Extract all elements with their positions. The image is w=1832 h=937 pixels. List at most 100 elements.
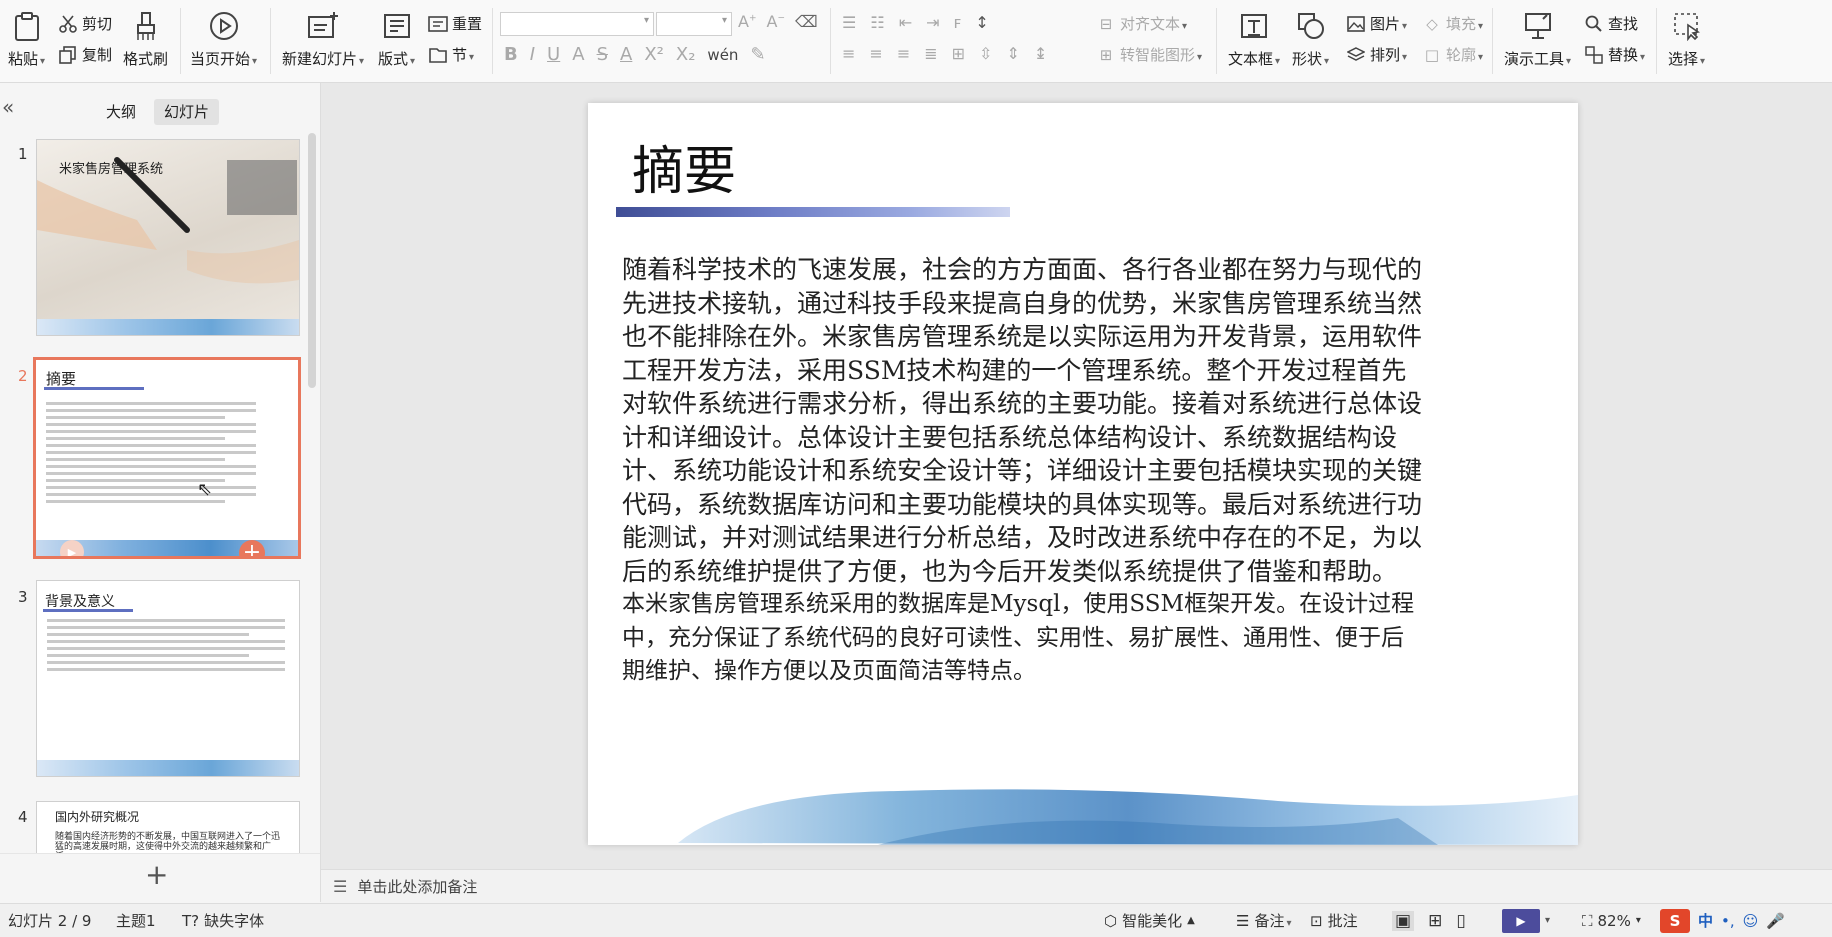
numbered-list-icon[interactable]: ☷ [870, 13, 884, 32]
presentation-tools-button[interactable]: 演示工具 [1504, 10, 1571, 69]
arrange-label: 排列 [1370, 44, 1407, 65]
line-spacing-icon[interactable]: ↕ [975, 13, 988, 32]
ribbon-separator [492, 8, 493, 74]
align-text-button[interactable]: ⊟ 对齐文本 [1096, 13, 1187, 34]
bold-icon[interactable]: B [504, 44, 518, 65]
ime-toolbar: S 中 •, ☺ 🎤 [1660, 904, 1785, 937]
increase-indent-icon[interactable]: ⇥ [926, 13, 939, 32]
outline-button[interactable]: □ 轮廓 [1422, 44, 1483, 65]
copy-label: 复制 [82, 46, 113, 64]
thumb-title: 国内外研究概况 [55, 810, 140, 824]
layout-button[interactable]: 版式 [378, 10, 415, 69]
ime-mode[interactable]: 中 [1698, 910, 1713, 931]
add-slide-icon[interactable]: + [239, 540, 265, 556]
justify-icon[interactable]: ≣ [924, 44, 937, 63]
copy-button[interactable]: 复制 [58, 44, 112, 65]
slideshow-button[interactable]: ▶ ▾ [1502, 904, 1550, 937]
slide-sorter-icon[interactable]: ⊞ [1428, 911, 1442, 931]
shrink-font-icon[interactable]: A− [767, 12, 786, 31]
arrange-button[interactable]: 排列 [1346, 44, 1407, 65]
comments-button[interactable]: ⊡ 批注 [1310, 904, 1358, 937]
thumb-title: 米家售房管理系统 [59, 162, 164, 177]
theme-name[interactable]: 主题1 [116, 904, 156, 937]
text-direction-icon[interactable]: ꜰ [954, 13, 962, 32]
smart-shape-button[interactable]: ⊞ 转智能图形 [1096, 44, 1202, 65]
reading-view-icon[interactable]: ▯ [1456, 911, 1465, 931]
subscript-icon[interactable]: X₂ [676, 44, 696, 65]
new-slide-button[interactable]: 新建幻灯片 [282, 10, 364, 69]
grow-font-icon[interactable]: A+ [738, 12, 757, 31]
fit-window-icon[interactable]: ⛶ [1582, 912, 1593, 930]
text-outline-icon[interactable]: A [572, 44, 584, 65]
slide-body-textbox[interactable]: 随着科学技术的飞速发展，社会的方方面面、各行各业都在努力与现代的先进技术接轨，通… [622, 253, 1422, 689]
tab-outline[interactable]: 大纲 [96, 99, 146, 125]
font-size-combo[interactable]: ▾ [656, 12, 732, 36]
fill-button[interactable]: ◇ 填充 [1422, 13, 1483, 34]
replace-button[interactable]: 替换 [1584, 44, 1645, 65]
text-box-icon [1238, 10, 1270, 42]
missing-font-button[interactable]: T? 缺失字体 [182, 904, 264, 937]
align-right-icon[interactable]: ≡ [897, 44, 910, 63]
find-button[interactable]: 查找 [1584, 13, 1638, 34]
select-button[interactable]: 选择 [1668, 10, 1705, 69]
line-spacing-2-icon[interactable]: ↨ [1034, 44, 1047, 63]
align-center-icon[interactable]: ≡ [869, 44, 882, 63]
decrease-indent-icon[interactable]: ⇤ [899, 13, 912, 32]
text-box-button[interactable]: 文本框 [1228, 10, 1280, 69]
italic-icon[interactable]: I [530, 44, 535, 65]
thumbnail-scrollbar[interactable] [308, 133, 316, 388]
strikethrough-icon[interactable]: S [597, 44, 608, 65]
bullet-list-icon[interactable]: ☰ [842, 13, 856, 32]
ribbon-separator [1656, 8, 1657, 74]
slide-thumbnail-panel: « 大纲 幻灯片 1 米家售房管理系统 2 摘要 ▶ + ⇖ 3 背景及意义 4… [0, 83, 321, 903]
clear-format-icon[interactable]: ⌫ [795, 12, 818, 31]
shape-label: 形状 [1292, 48, 1329, 69]
paragraph-spacing-icon[interactable]: ⇳ [979, 44, 992, 63]
smart-beautify-button[interactable]: ⬡ 智能美化 ▲ [1104, 904, 1195, 937]
shape-button[interactable]: 形状 [1292, 10, 1329, 69]
notes-bar[interactable]: ☰ 单击此处添加备注 [321, 869, 1832, 903]
font-color-icon[interactable]: A [620, 44, 632, 65]
zoom-control[interactable]: ⛶ 82% ▾ [1582, 904, 1641, 937]
format-painter-button[interactable]: 格式刷 [123, 10, 168, 69]
underline-icon[interactable]: U [547, 44, 560, 65]
smart-beautify-label: 智能美化 [1122, 912, 1183, 930]
tab-slides[interactable]: 幻灯片 [154, 99, 220, 125]
normal-view-icon[interactable]: ▣ [1392, 910, 1415, 931]
slide-canvas[interactable]: 摘要 随着科学技术的飞速发展，社会的方方面面、各行各业都在努力与现代的先进技术接… [588, 103, 1578, 845]
watercolor-strip [37, 760, 299, 776]
emoji-icon[interactable]: ☺ [1743, 912, 1759, 930]
notes-toggle-button[interactable]: ☰ 备注 [1236, 904, 1292, 937]
microphone-icon[interactable]: 🎤 [1766, 912, 1785, 930]
slide-title[interactable]: 摘要 [632, 129, 736, 204]
slide-thumbnail-4[interactable]: 国内外研究概况 随着国内经济形势的不断发展，中国互联网进入了一个迅猛的高速发展时… [36, 801, 300, 854]
paste-button[interactable]: 粘贴 [8, 10, 45, 69]
reset-button[interactable]: 重置 [428, 13, 482, 34]
ime-logo-icon[interactable]: S [1660, 908, 1690, 933]
font-name-combo[interactable]: ▾ [500, 12, 654, 36]
thumb-text-lines [47, 615, 285, 675]
thumb-title-bar [44, 387, 144, 390]
collapse-panel-icon[interactable]: « [2, 95, 14, 119]
highlight-icon[interactable]: ✎ [750, 44, 765, 65]
phonetic-guide-icon[interactable]: wén [707, 46, 738, 64]
new-slide-label: 新建幻灯片 [282, 48, 364, 69]
new-slide-plus-icon[interactable]: + [145, 861, 168, 889]
copy-icon [58, 45, 78, 65]
punctuation-icon[interactable]: •, [1721, 912, 1735, 930]
slide-thumbnail-3[interactable]: 背景及意义 [36, 580, 300, 777]
play-from-current-button[interactable]: 当页开始 [190, 10, 257, 69]
slide-thumbnail-1[interactable]: 米家售房管理系统 [36, 139, 300, 336]
distribute-icon[interactable]: ⊞ [952, 44, 965, 63]
mouse-cursor-icon: ⇖ [197, 479, 213, 500]
play-slide-icon[interactable]: ▶ [60, 540, 84, 556]
superscript-icon[interactable]: X² [644, 44, 664, 65]
column-spacing-icon[interactable]: ⇕ [1006, 44, 1019, 63]
picture-button[interactable]: 图片 [1346, 13, 1407, 34]
cut-button[interactable]: 剪切 [58, 13, 112, 34]
align-left-icon[interactable]: ≡ [842, 44, 855, 63]
section-button[interactable]: 节 [428, 44, 474, 65]
slide-thumbnail-2[interactable]: 摘要 ▶ + [33, 357, 301, 559]
play-from-current-label: 当页开始 [190, 48, 257, 69]
ribbon-separator [1492, 8, 1493, 74]
